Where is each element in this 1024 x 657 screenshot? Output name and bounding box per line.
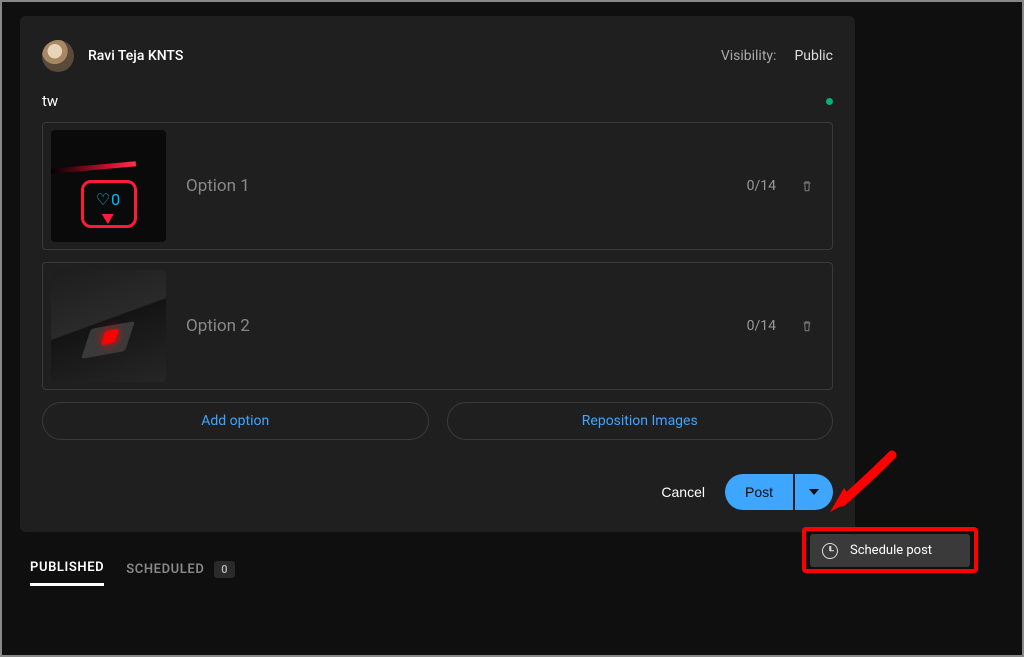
- char-count: 0/14: [747, 318, 776, 334]
- add-option-button[interactable]: Add option: [42, 402, 429, 440]
- char-count: 0/14: [747, 178, 776, 194]
- option-text-input[interactable]: Option 2: [186, 316, 250, 336]
- status-indicator-icon: [826, 98, 833, 105]
- visibility-label: Visibility:: [721, 48, 777, 64]
- schedule-post-menu-item[interactable]: Schedule post: [810, 534, 970, 567]
- post-composer-card: Ravi Teja KNTS Visibility: Public tw Opt…: [20, 16, 855, 532]
- visibility-value: Public: [794, 48, 833, 64]
- option-actions-row: Add option Reposition Images: [42, 402, 833, 440]
- schedule-post-label: Schedule post: [850, 543, 932, 558]
- post-title-input[interactable]: tw: [42, 92, 58, 110]
- caret-down-icon: [809, 489, 819, 495]
- post-button[interactable]: Post: [725, 474, 793, 510]
- composer-footer: Cancel Post: [42, 474, 833, 510]
- visibility-control[interactable]: Visibility: Public: [721, 48, 833, 64]
- tab-published[interactable]: PUBLISHED: [30, 560, 104, 586]
- option-thumbnail[interactable]: [51, 270, 166, 382]
- scheduled-count-badge: 0: [214, 561, 235, 578]
- option-text-input[interactable]: Option 1: [186, 176, 250, 196]
- composer-header: Ravi Teja KNTS Visibility: Public: [42, 40, 833, 72]
- poll-option-2: Option 2 0/14: [42, 262, 833, 390]
- avatar: [42, 40, 74, 72]
- username-label: Ravi Teja KNTS: [88, 48, 183, 64]
- cancel-button[interactable]: Cancel: [661, 484, 705, 500]
- post-dropdown-button[interactable]: [795, 474, 833, 510]
- reposition-images-button[interactable]: Reposition Images: [447, 402, 834, 440]
- post-title-row: tw: [42, 92, 833, 110]
- tab-scheduled-label: SCHEDULED: [126, 562, 204, 577]
- tab-scheduled[interactable]: SCHEDULED 0: [126, 562, 235, 585]
- delete-icon[interactable]: [800, 178, 814, 194]
- clock-icon: [822, 543, 838, 559]
- option-thumbnail[interactable]: [51, 130, 166, 242]
- poll-option-1: Option 1 0/14: [42, 122, 833, 250]
- delete-icon[interactable]: [800, 318, 814, 334]
- post-button-group: Post: [725, 474, 833, 510]
